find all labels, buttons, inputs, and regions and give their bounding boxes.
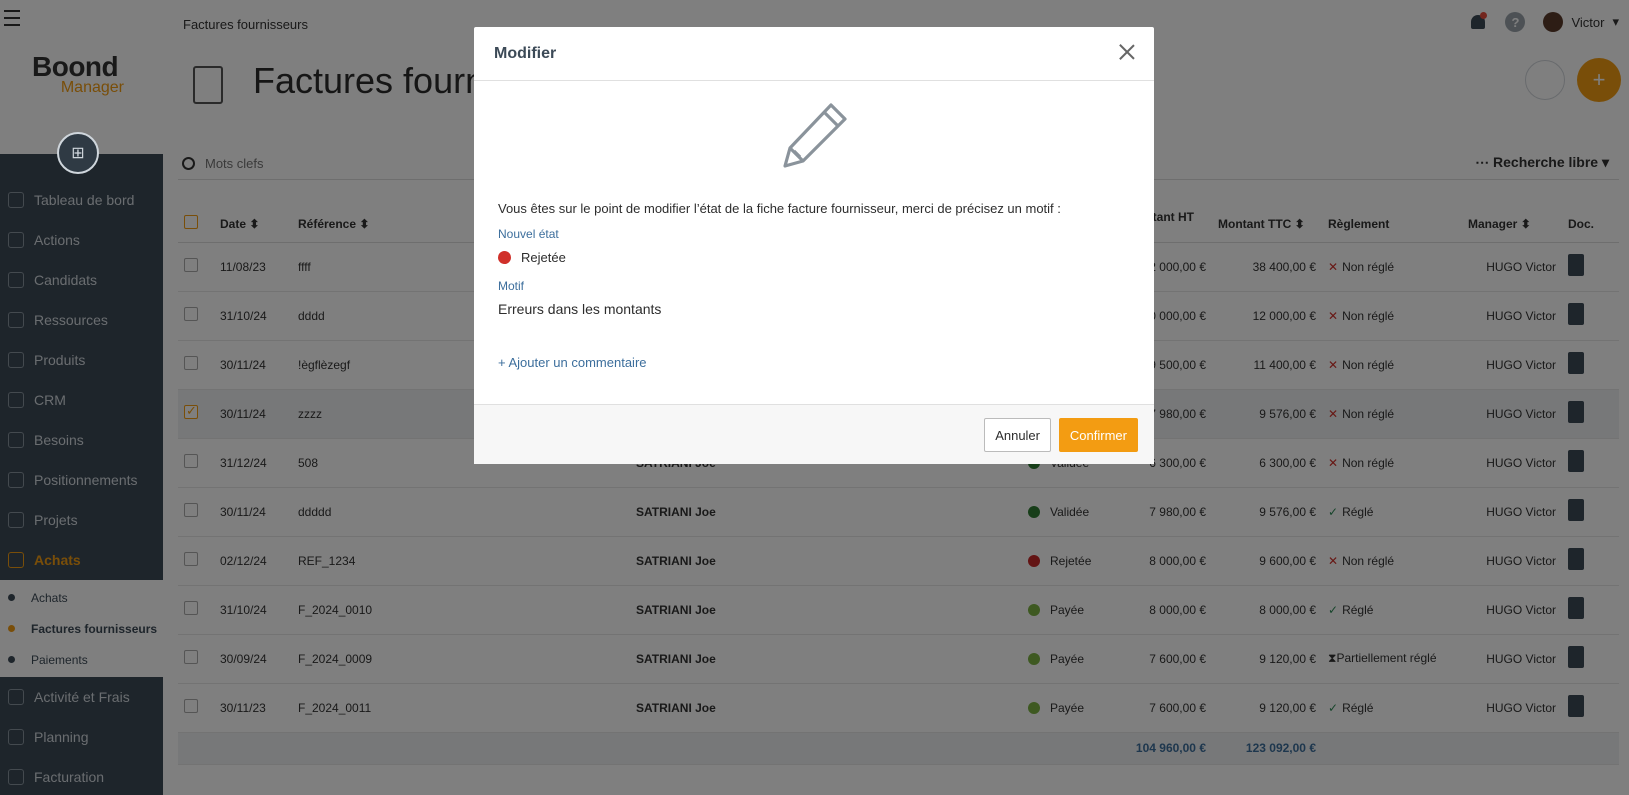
- cancel-button[interactable]: Annuler: [984, 418, 1051, 452]
- new-state-text: Rejetée: [521, 250, 566, 265]
- new-state-label: Nouvel état: [498, 227, 559, 241]
- close-icon[interactable]: [1118, 43, 1136, 61]
- state-dot: [498, 251, 511, 264]
- reason-label: Motif: [498, 279, 525, 293]
- modal-title: Modifier: [494, 44, 557, 62]
- apps-grid-icon[interactable]: ⊞: [57, 132, 99, 174]
- modal-header: Modifier: [474, 27, 1154, 81]
- modify-state-modal: Modifier Vous êtes sur le point de modif…: [474, 27, 1154, 464]
- modal-message: Vous êtes sur le point de modifier l’éta…: [498, 201, 1061, 216]
- reason-value[interactable]: Erreurs dans les montants: [498, 301, 661, 317]
- new-state-value: Rejetée: [498, 250, 566, 265]
- add-comment-link[interactable]: + Ajouter un commentaire: [498, 355, 647, 370]
- modal-footer: Annuler Confirmer: [474, 404, 1154, 464]
- confirm-button[interactable]: Confirmer: [1058, 418, 1138, 452]
- pencil-icon: [783, 103, 847, 168]
